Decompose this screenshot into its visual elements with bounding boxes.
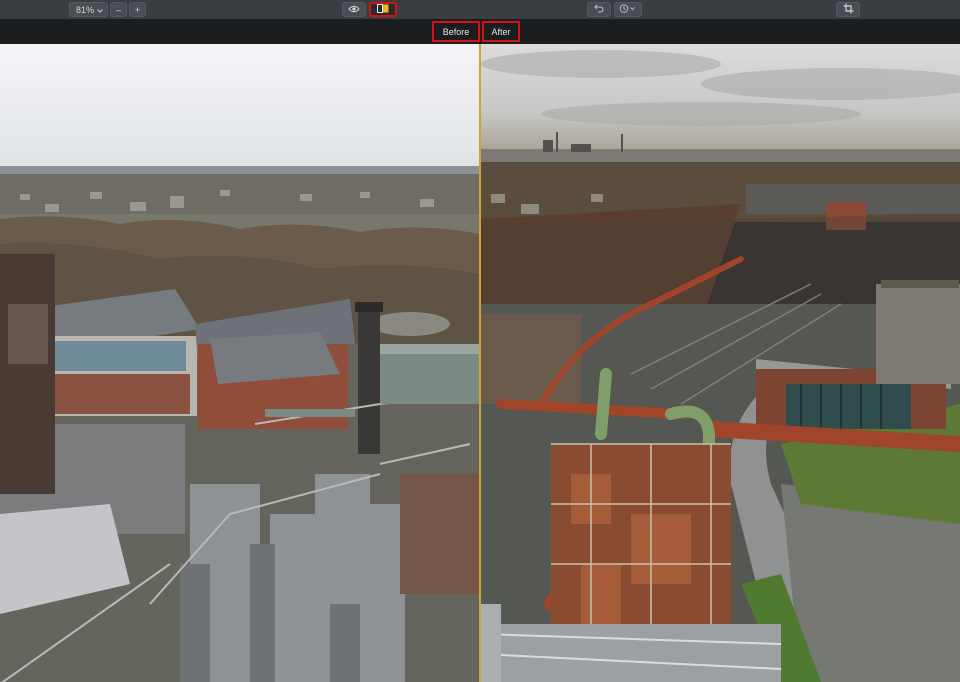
undo-button[interactable] bbox=[587, 2, 611, 17]
zoom-in-button[interactable]: + bbox=[129, 2, 146, 17]
crop-icon bbox=[843, 3, 854, 16]
plus-icon: + bbox=[134, 4, 141, 15]
zoom-select[interactable]: 81% bbox=[69, 2, 108, 17]
top-toolbar: 81% – + bbox=[0, 0, 960, 20]
history-button[interactable] bbox=[614, 2, 642, 17]
eye-icon bbox=[348, 5, 360, 15]
split-compare-icon bbox=[377, 4, 389, 15]
preview-button[interactable] bbox=[342, 2, 366, 17]
history-icon bbox=[619, 4, 637, 15]
before-label[interactable]: Before bbox=[432, 21, 480, 42]
before-image bbox=[0, 44, 480, 682]
minus-icon: – bbox=[115, 4, 121, 15]
zoom-value: 81% bbox=[76, 4, 95, 15]
after-label[interactable]: After bbox=[482, 21, 520, 42]
compare-divider-handle[interactable] bbox=[479, 44, 481, 682]
before-after-bar: Before After bbox=[0, 20, 960, 44]
chevron-down-icon bbox=[97, 5, 103, 15]
after-image bbox=[481, 44, 960, 682]
compare-button[interactable] bbox=[369, 2, 397, 17]
crop-button[interactable] bbox=[836, 2, 860, 17]
undo-icon bbox=[594, 4, 604, 15]
zoom-out-button[interactable]: – bbox=[110, 2, 127, 17]
image-canvas[interactable] bbox=[0, 44, 960, 682]
